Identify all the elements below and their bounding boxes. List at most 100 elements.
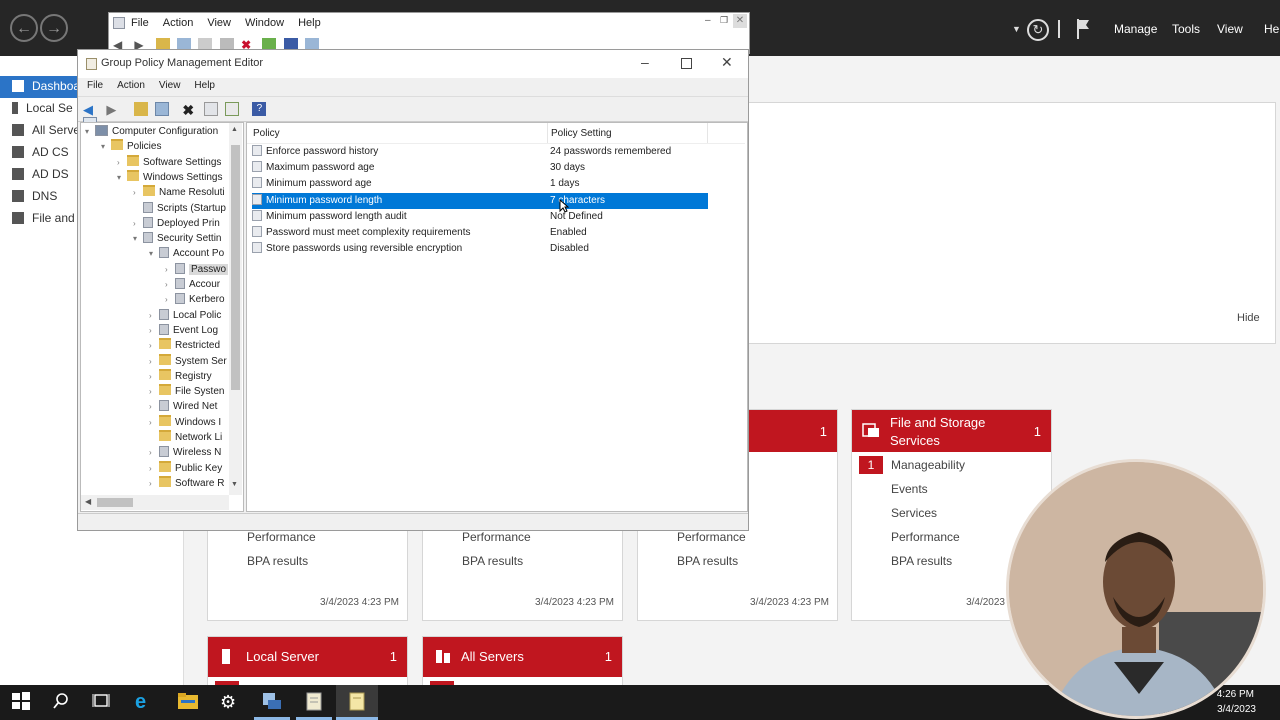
tree-item[interactable]: › Wireless N (81, 445, 227, 460)
policy-row[interactable]: Store passwords using reversible encrypt… (252, 241, 708, 257)
menu-file[interactable]: File (87, 80, 103, 91)
tree-item[interactable]: › Registry (81, 368, 227, 384)
tree-item[interactable]: › Deployed Prin (81, 216, 227, 231)
menu-tools[interactable]: Tools (1172, 22, 1200, 36)
back-arrow-icon[interactable]: ← (10, 14, 38, 42)
maximize-button[interactable] (681, 58, 692, 69)
tree-pane[interactable]: ▾ Computer Configuration ▾ Policies › Softwar… (80, 122, 244, 512)
export-icon[interactable] (225, 101, 240, 116)
menu-help[interactable]: Hel (1264, 22, 1280, 36)
tree-item[interactable]: ▾ Computer Configuration (81, 124, 227, 139)
nav-item-file-and-storage[interactable]: File and (12, 211, 75, 225)
tree-scroll-thumb[interactable] (231, 145, 240, 390)
nav-item-ad-ds[interactable]: AD DS (12, 167, 69, 181)
tree-item[interactable]: ▾ Policies (81, 139, 227, 154)
menu-view[interactable]: View (159, 80, 181, 91)
refresh-icon[interactable]: ↻ (1027, 19, 1049, 41)
menu-action[interactable]: Action (117, 80, 145, 91)
tile-row-performance[interactable]: Performance (891, 530, 960, 544)
gpm-taskbar-icon[interactable] (305, 692, 325, 712)
tree-item[interactable]: ▾ Windows Settings (81, 169, 227, 185)
nav-item-ad-cs[interactable]: AD CS (12, 145, 69, 159)
tile-row-services[interactable]: Services (891, 506, 937, 520)
expander-icon[interactable]: › (149, 354, 159, 369)
up-folder-icon[interactable] (133, 101, 148, 116)
tile-row-bpa[interactable]: BPA results (462, 554, 523, 568)
tree-item[interactable]: › Kerbero (81, 292, 227, 307)
tree-scrollbar[interactable]: ▲ ▼ (229, 123, 242, 495)
nav-item-local-server[interactable]: Local Se (12, 101, 73, 115)
expander-icon[interactable]: ▾ (101, 139, 111, 154)
menu-window[interactable]: Window (245, 17, 284, 29)
scroll-up-icon[interactable]: ▲ (231, 126, 238, 133)
delete-icon[interactable]: ✖ (182, 102, 196, 118)
tile-row-bpa[interactable]: BPA results (247, 554, 308, 568)
task-view-icon[interactable] (92, 692, 112, 712)
role-tile-all-servers[interactable]: All Servers 1 (422, 636, 623, 686)
start-windows-icon[interactable] (12, 692, 32, 712)
tree-item[interactable]: › File Systen (81, 384, 227, 399)
tile-row-bpa[interactable]: BPA results (891, 554, 952, 568)
gpme-window[interactable]: Group Policy Management Editor – ✕ File A… (77, 49, 749, 531)
tree-item[interactable]: › Public Key (81, 460, 227, 476)
file-explorer-icon[interactable] (178, 692, 198, 712)
minimize-button[interactable]: – (705, 15, 711, 26)
nav-item-dashboard[interactable]: Dashboa (12, 79, 80, 93)
tree-hscroll-thumb[interactable] (97, 498, 133, 507)
tree-item[interactable]: › Wired Net (81, 399, 227, 414)
tree-item[interactable]: › Local Polic (81, 308, 227, 323)
menu-view[interactable]: View (1217, 22, 1243, 36)
tree-item[interactable]: ▾ Account Po (81, 246, 227, 261)
back-arrow-icon[interactable]: ◀ (83, 102, 99, 117)
expander-icon[interactable]: › (117, 155, 127, 170)
expander-icon[interactable]: › (149, 338, 159, 353)
role-tile-local-server[interactable]: Local Server 1 (207, 636, 408, 686)
column-header-policy[interactable]: Policy (253, 128, 280, 139)
details-pane[interactable]: Policy Policy Setting Enforce password h… (246, 122, 748, 512)
tile-row-manageability[interactable]: Manageability (891, 458, 965, 472)
policy-row[interactable]: Enforce password history 24 passwords rem… (252, 144, 708, 160)
hide-link[interactable]: Hide (1237, 312, 1260, 324)
menu-view[interactable]: View (207, 17, 231, 29)
tile-header[interactable]: File and Storage Services 1 (852, 410, 1051, 452)
settings-gear-icon[interactable]: ⚙ (220, 692, 240, 712)
expander-icon[interactable]: ▾ (149, 246, 159, 261)
menu-file[interactable]: File (131, 17, 149, 29)
tree-item[interactable]: › Restricted (81, 338, 227, 353)
gpme-taskbar-button[interactable] (336, 685, 378, 720)
column-header-setting[interactable]: Policy Setting (551, 128, 612, 139)
tree-item[interactable]: › Accour (81, 277, 227, 292)
expander-icon[interactable]: › (149, 384, 159, 399)
expander-icon[interactable]: › (165, 277, 175, 292)
internet-explorer-icon[interactable]: e (135, 692, 155, 712)
search-icon[interactable] (52, 692, 72, 712)
show-tree-icon[interactable] (155, 101, 170, 116)
menu-manage[interactable]: Manage (1114, 22, 1157, 36)
tree-item[interactable]: › System Ser (81, 353, 227, 369)
policy-row[interactable]: Password must meet complexity requiremen… (252, 225, 708, 241)
forward-arrow-icon[interactable]: ▶ (106, 102, 122, 117)
help-icon[interactable]: ? (252, 101, 267, 116)
expander-icon[interactable]: › (149, 461, 159, 476)
policy-row[interactable]: Minimum password length audit Not Defined (252, 209, 708, 225)
column-divider[interactable] (707, 123, 708, 143)
forward-arrow-icon[interactable]: → (40, 14, 68, 42)
expander-icon[interactable]: › (149, 323, 159, 338)
properties-icon[interactable] (203, 101, 218, 116)
tree-item[interactable]: › Software R (81, 475, 227, 491)
expander-icon[interactable]: › (149, 415, 159, 430)
expander-icon[interactable]: ▾ (117, 170, 127, 185)
restore-button[interactable]: ❐ (720, 15, 728, 26)
expander-icon[interactable]: › (149, 476, 159, 491)
tree-hscrollbar[interactable]: ◀ (81, 495, 229, 510)
scroll-down-icon[interactable]: ▼ (231, 481, 238, 488)
tile-row-performance[interactable]: Performance (462, 530, 531, 544)
policy-row[interactable]: Maximum password age 30 days (252, 160, 708, 176)
expander-icon[interactable]: › (149, 369, 159, 384)
tile-row-events[interactable]: Events (891, 482, 928, 496)
scroll-left-icon[interactable]: ◀ (85, 497, 91, 506)
tree-item[interactable]: ▾ Security Settin (81, 231, 227, 246)
nav-item-all-servers[interactable]: All Serve (12, 123, 80, 137)
tree-item[interactable]: › Event Log (81, 323, 227, 338)
minimize-button[interactable]: – (641, 54, 649, 70)
